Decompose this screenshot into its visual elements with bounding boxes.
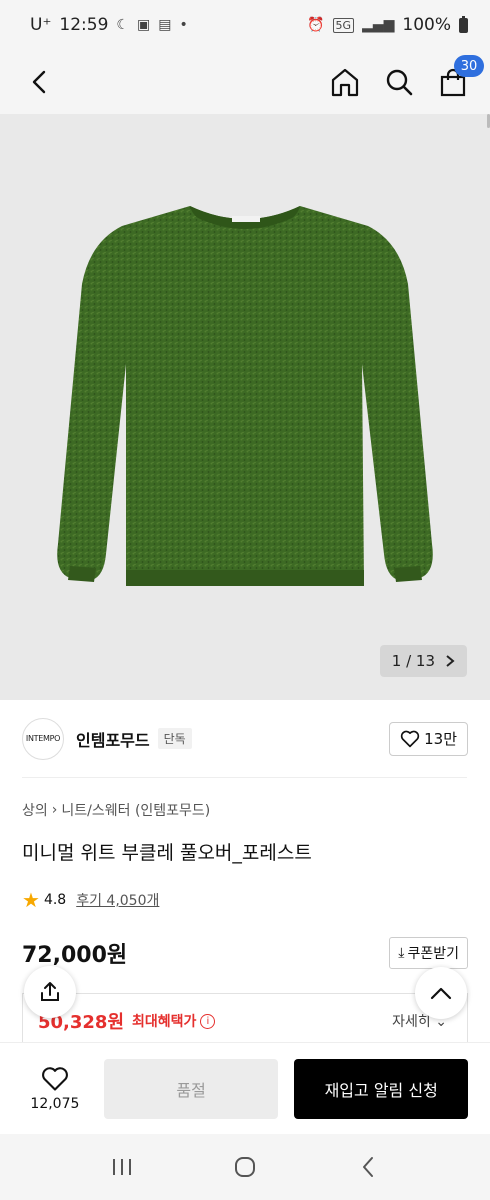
cart-button[interactable]: 30 <box>436 55 484 99</box>
search-button[interactable] <box>382 65 416 99</box>
recent-apps-icon <box>112 1159 131 1175</box>
home-button[interactable] <box>328 65 362 99</box>
restock-alert-button[interactable]: 재입고 알림 신청 <box>294 1058 468 1119</box>
breadcrumb-item-top[interactable]: 상의 <box>22 800 48 820</box>
top-nav: 30 <box>0 50 490 114</box>
detail-label: 자세히 <box>392 1014 431 1030</box>
system-nav-bar <box>0 1134 490 1200</box>
review-link[interactable]: 후기 4,050개 <box>76 890 159 910</box>
benefit-label: 최대혜택가 <box>132 1014 197 1030</box>
product-price: 72,000원 <box>22 943 128 968</box>
coupon-button[interactable]: ⤓ 쿠폰받기 <box>389 937 468 969</box>
share-icon <box>41 982 59 1001</box>
star-icon: ★ <box>22 888 40 912</box>
heart-icon <box>41 1066 68 1091</box>
image-counter[interactable]: 1 / 13 <box>379 645 467 677</box>
moon-icon: ☾ <box>116 17 129 33</box>
price-row: 72,000원 ⤓ 쿠폰받기 <box>22 937 468 969</box>
signal-icon: ▂▄▆ <box>362 17 395 33</box>
chevron-up-icon <box>430 987 452 1000</box>
share-button[interactable] <box>24 966 76 1018</box>
battery-icon <box>459 15 468 33</box>
heart-icon <box>400 730 420 747</box>
search-icon <box>386 69 413 96</box>
info-icon[interactable]: i <box>200 1013 216 1029</box>
back-button[interactable] <box>22 65 56 99</box>
brand-logo[interactable]: INTEMPO <box>22 717 64 760</box>
sweater-image <box>57 206 433 586</box>
benefit-box[interactable]: 50,328원 최대혜택가 i 자세히 ⌄ <box>22 993 468 1045</box>
carrier-label: U⁺ <box>30 15 52 35</box>
network-label: 5G <box>332 17 355 33</box>
dot-icon: • <box>179 17 188 33</box>
bottom-action-bar: 12,075 품절 재입고 알림 신청 <box>0 1042 490 1134</box>
status-bar: U⁺ 12:59 ☾ ▣ ▤ • ⏰ 5G ▂▄▆ 100% <box>0 0 490 50</box>
breadcrumb-item-knit[interactable]: 니트/스웨터 (인템포무드) <box>61 800 210 820</box>
system-back-button[interactable] <box>348 1147 388 1187</box>
back-arrow-icon <box>363 1157 374 1177</box>
chevron-left-icon <box>32 70 46 94</box>
cart-count-badge: 30 <box>454 55 484 77</box>
brand-like-button[interactable]: 13만 <box>389 721 468 756</box>
rating-row: ★ 4.8 후기 4,050개 <box>22 890 159 910</box>
soldout-button: 품절 <box>103 1058 279 1119</box>
chevron-right-icon: › <box>51 802 58 818</box>
app-icon: ▤ <box>158 17 172 33</box>
product-image-gallery[interactable]: 1 / 13 <box>0 114 490 700</box>
alarm-icon: ⏰ <box>307 17 325 33</box>
download-icon: ⤓ <box>398 945 405 961</box>
brand-name[interactable]: 인템포무드 <box>76 727 150 751</box>
home-icon <box>331 68 359 97</box>
battery-percent: 100% <box>402 15 451 35</box>
home-system-button[interactable] <box>225 1147 265 1187</box>
coupon-label: 쿠폰받기 <box>407 946 459 962</box>
wish-button[interactable]: 12,075 <box>20 1066 90 1112</box>
brand-row: INTEMPO 인템포무드 단독 13만 <box>0 700 490 777</box>
gallery-icon: ▣ <box>136 17 151 33</box>
image-counter-label: 1 / 13 <box>391 652 435 670</box>
wish-count: 12,075 <box>30 1095 80 1112</box>
recent-apps-button[interactable] <box>102 1147 142 1187</box>
chevron-right-icon <box>446 655 455 667</box>
clock: 12:59 <box>59 15 109 35</box>
divider <box>22 777 467 778</box>
rating-value: 4.8 <box>43 892 67 908</box>
home-circle-icon <box>234 1157 255 1177</box>
product-title: 미니멀 위트 부클레 풀오버_포레스트 <box>22 842 312 864</box>
breadcrumb: 상의 › 니트/스웨터 (인템포무드) <box>22 800 210 820</box>
scroll-top-button[interactable] <box>415 967 467 1019</box>
exclusive-badge: 단독 <box>157 728 192 749</box>
brand-like-count: 13만 <box>424 730 457 748</box>
